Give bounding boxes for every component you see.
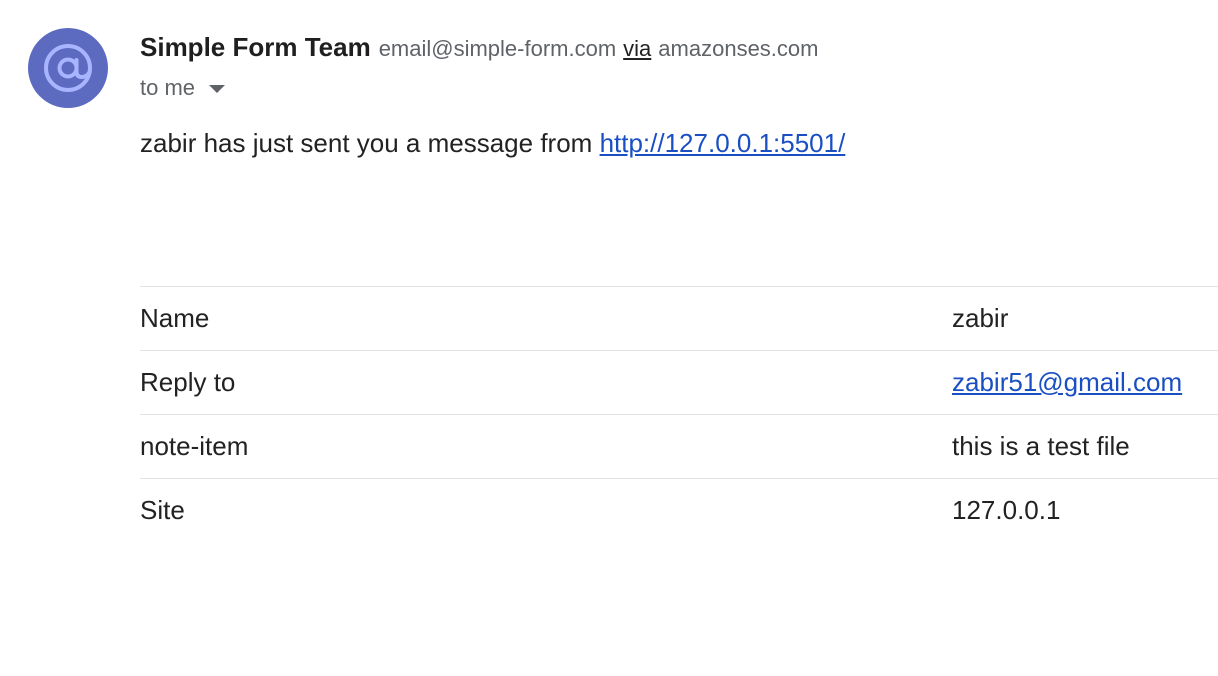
sender-line: Simple Form Team email@simple-form.com v… — [140, 32, 818, 64]
field-value: this is a test file — [952, 414, 1218, 479]
message-source-link[interactable]: http://127.0.0.1:5501/ — [600, 128, 846, 158]
recipient-details-toggle[interactable]: to me — [140, 74, 226, 102]
sender-avatar[interactable] — [28, 28, 108, 108]
sender-name[interactable]: Simple Form Team — [140, 32, 371, 63]
caret-down-icon[interactable] — [209, 85, 226, 93]
message-body: zabir has just sent you a message from h… — [140, 128, 845, 159]
field-value: 127.0.0.1 — [952, 478, 1218, 542]
table-row: Site 127.0.0.1 — [140, 478, 1218, 542]
field-label: note-item — [140, 414, 952, 479]
message-text: zabir has just sent you a message from — [140, 128, 593, 158]
recipient-label: to me — [140, 75, 196, 100]
form-fields-table: Name zabir Reply to zabir51@gmail.com no… — [140, 286, 1218, 542]
table-row: Name zabir — [140, 286, 1218, 351]
table-row: Reply to zabir51@gmail.com — [140, 350, 1218, 415]
field-label: Name — [140, 286, 952, 351]
table-row: note-item this is a test file — [140, 414, 1218, 479]
reply-to-email-link[interactable]: zabir51@gmail.com — [952, 367, 1182, 397]
sender-email[interactable]: email@simple-form.com — [379, 36, 616, 62]
at-sign-icon — [44, 44, 92, 92]
field-value-cell: zabir51@gmail.com — [952, 350, 1218, 415]
via-link[interactable]: via — [623, 36, 651, 62]
field-label: Site — [140, 478, 952, 542]
via-domain: amazonses.com — [658, 36, 819, 61]
field-value: zabir — [952, 286, 1218, 351]
field-label: Reply to — [140, 350, 952, 415]
